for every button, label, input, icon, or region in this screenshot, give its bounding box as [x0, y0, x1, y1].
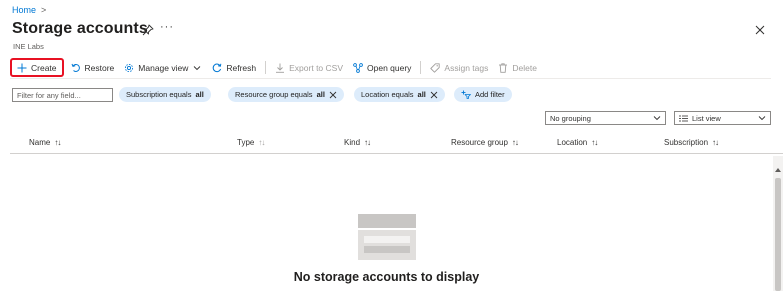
column-header-resource-group[interactable]: Resource group ↑↓ [451, 138, 519, 147]
subscription-filter-pill[interactable]: Subscription equals all [119, 87, 211, 102]
page-subtitle: INE Labs [13, 42, 44, 51]
sort-icon: ↑↓ [591, 138, 598, 147]
close-icon[interactable] [754, 24, 766, 36]
location-filter-pill[interactable]: Location equals all [354, 87, 445, 102]
add-filter-icon [461, 90, 471, 99]
sort-icon: ↑↓ [712, 138, 719, 147]
query-icon [353, 62, 363, 73]
gear-icon [125, 63, 134, 72]
column-header-type[interactable]: Type ↑↓ [237, 138, 265, 147]
add-filter-label: Add filter [475, 90, 505, 99]
resource-group-filter-pill[interactable]: Resource group equals all [228, 87, 344, 102]
column-header-label: Kind [344, 138, 361, 147]
location-filter-label: Location equals [361, 90, 414, 99]
close-icon[interactable] [430, 91, 438, 99]
empty-storage-icon [358, 214, 416, 260]
resource-group-filter-label: Resource group equals [235, 90, 313, 99]
grouping-select[interactable]: No grouping [545, 111, 666, 125]
table-header-divider [10, 153, 783, 154]
command-bar: Create Restore Manage view Refresh Expor… [10, 58, 542, 77]
sort-icon: ↑↓ [258, 138, 265, 147]
manage-view-label: Manage view [138, 62, 189, 73]
trash-icon [499, 62, 508, 73]
chevron-down-icon [653, 116, 661, 121]
page-title: Storage accounts [12, 20, 148, 37]
column-header-location[interactable]: Location ↑↓ [557, 138, 598, 147]
column-header-label: Name [29, 138, 51, 147]
sort-icon: ↑↓ [364, 138, 371, 147]
restore-label: Restore [84, 62, 115, 73]
export-csv-label: Export to CSV [289, 62, 343, 73]
add-filter-button[interactable]: Add filter [454, 87, 512, 102]
subscription-filter-label: Subscription equals [126, 90, 192, 99]
toolbar-divider [420, 61, 422, 74]
open-query-label: Open query [367, 62, 412, 73]
refresh-label: Refresh [226, 62, 257, 73]
location-filter-value: all [417, 90, 426, 99]
breadcrumb: Home > [12, 5, 46, 15]
assign-tags-label: Assign tags [444, 62, 489, 73]
sort-icon: ↑↓ [54, 138, 61, 147]
restore-button[interactable]: Restore [66, 58, 120, 77]
scroll-up-arrow-icon[interactable] [775, 168, 781, 172]
refresh-button[interactable]: Refresh [207, 58, 261, 77]
chevron-down-icon [758, 116, 766, 121]
filter-input[interactable]: Filter for any field... [12, 88, 113, 102]
view-select-content: List view [679, 114, 721, 123]
assign-tags-button[interactable]: Assign tags [425, 58, 493, 77]
column-header-kind[interactable]: Kind ↑↓ [344, 138, 371, 147]
column-header-label: Subscription [664, 138, 709, 147]
column-header-label: Type [237, 138, 255, 147]
sort-icon: ↑↓ [511, 138, 519, 147]
tag-icon [430, 62, 441, 73]
column-header-subscription[interactable]: Subscription ↑↓ [664, 138, 719, 147]
manage-view-button[interactable]: Manage view [119, 58, 207, 77]
delete-button[interactable]: Delete [493, 58, 542, 77]
column-header-label: Location [557, 138, 588, 147]
column-header-name[interactable]: Name ↑↓ [29, 138, 61, 147]
view-value: List view [692, 113, 721, 123]
chevron-down-icon [194, 65, 201, 70]
create-button[interactable]: Create [10, 58, 64, 77]
download-icon [276, 63, 285, 73]
close-icon[interactable] [329, 91, 337, 99]
scrollbar-thumb[interactable] [775, 178, 781, 291]
restore-icon [71, 63, 80, 72]
resource-group-filter-value: all [316, 90, 325, 99]
delete-label: Delete [512, 62, 537, 73]
column-header-label: Resource group [451, 138, 508, 147]
breadcrumb-separator: > [41, 5, 47, 15]
grouping-value: No grouping [550, 113, 591, 123]
refresh-icon [213, 63, 222, 72]
subscription-filter-value: all [195, 90, 204, 99]
toolbar-separator [10, 78, 771, 79]
breadcrumb-home-link[interactable]: Home [12, 5, 36, 15]
export-csv-button[interactable]: Export to CSV [270, 58, 348, 77]
list-view-icon [679, 115, 688, 121]
view-select[interactable]: List view [674, 111, 771, 125]
create-label: Create [31, 62, 57, 73]
plus-icon [17, 63, 27, 72]
toolbar-divider [265, 61, 267, 74]
more-options-button[interactable]: ··· [160, 21, 174, 33]
open-query-button[interactable]: Open query [348, 58, 416, 77]
empty-state-message: No storage accounts to display [293, 270, 480, 284]
pin-icon[interactable] [142, 24, 154, 36]
